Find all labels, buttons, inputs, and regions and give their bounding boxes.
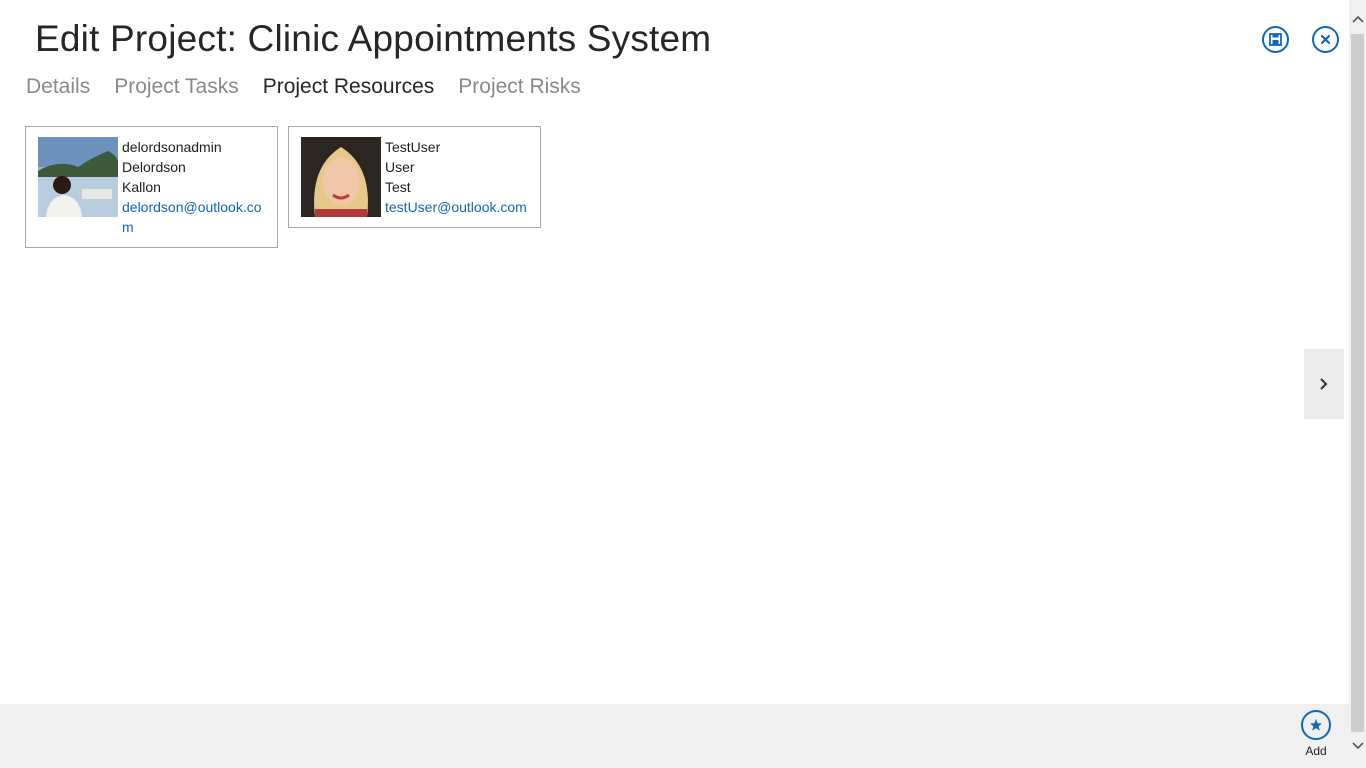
star-icon — [1310, 719, 1322, 731]
chevron-down-icon — [1351, 741, 1364, 749]
resource-info: TestUser User Test testUser@outlook.com — [385, 137, 527, 217]
resource-first-name: User — [385, 159, 415, 175]
page-title: Edit Project: Clinic Appointments System — [35, 18, 712, 59]
resource-list: delordsonadmin Delordson Kallon delordso… — [25, 126, 541, 248]
scroll-down-button[interactable] — [1349, 737, 1366, 754]
resource-card[interactable]: TestUser User Test testUser@outlook.com — [288, 126, 541, 228]
close-icon — [1320, 34, 1331, 45]
tab-project-tasks[interactable]: Project Tasks — [114, 75, 239, 99]
vertical-scrollbar[interactable] — [1349, 0, 1366, 768]
close-button[interactable] — [1312, 26, 1339, 53]
app-bar: Add — [0, 704, 1349, 768]
resource-username: TestUser — [385, 139, 441, 155]
tab-project-risks[interactable]: Project Risks — [458, 75, 581, 99]
add-button-circle — [1301, 710, 1331, 740]
save-button[interactable] — [1262, 26, 1289, 53]
resource-card[interactable]: delordsonadmin Delordson Kallon delordso… — [25, 126, 278, 248]
tab-project-resources[interactable]: Project Resources — [263, 75, 435, 99]
scroll-thumb[interactable] — [1351, 34, 1364, 732]
resource-first-name: Delordson — [122, 159, 186, 175]
avatar — [38, 137, 118, 217]
tab-bar: Details Project Tasks Project Resources … — [26, 75, 581, 99]
avatar — [301, 137, 381, 217]
chevron-right-icon — [1320, 378, 1328, 390]
tab-details[interactable]: Details — [26, 75, 90, 99]
add-label: Add — [1305, 744, 1327, 758]
next-page-button[interactable] — [1304, 349, 1344, 419]
resource-info: delordsonadmin Delordson Kallon delordso… — [122, 137, 265, 237]
resource-email-link[interactable]: delordson@outlook.com — [122, 199, 262, 235]
scroll-up-button[interactable] — [1349, 10, 1366, 27]
add-button[interactable]: Add — [1293, 710, 1339, 758]
resource-username: delordsonadmin — [122, 139, 222, 155]
resource-email-link[interactable]: testUser@outlook.com — [385, 199, 527, 215]
resource-last-name: Kallon — [122, 179, 161, 195]
resource-last-name: Test — [385, 179, 411, 195]
chevron-up-icon — [1351, 15, 1364, 23]
save-icon — [1269, 33, 1282, 46]
